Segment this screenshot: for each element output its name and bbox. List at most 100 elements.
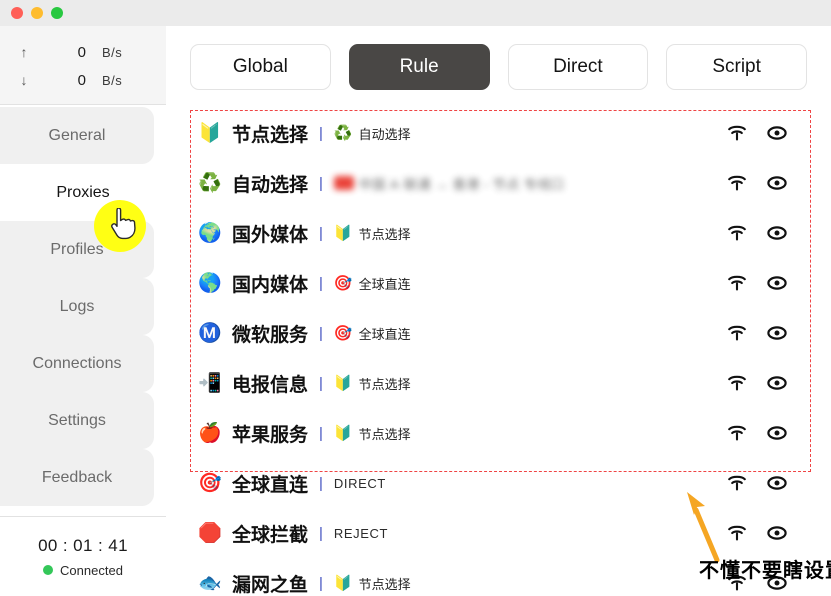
main-content: GlobalRuleDirectScript 🔰节点选择|♻️自动选择♻️自动选… (166, 26, 831, 596)
tab-label: Rule (400, 56, 439, 78)
group-name: 漏网之鱼 (232, 570, 308, 596)
row-actions (727, 373, 787, 393)
proxy-group-row[interactable]: 🌎国内媒体|🎯全球直连 (170, 258, 809, 308)
speed-test-icon[interactable] (727, 273, 747, 293)
visibility-icon[interactable] (767, 123, 787, 143)
selected-node: ♻️ 自动选择 (334, 124, 411, 143)
connection-status-label: Connected (60, 563, 123, 578)
minimize-window-button[interactable] (31, 7, 43, 19)
sidebar-item-label: Connections (33, 355, 122, 373)
sidebar-item-feedback[interactable]: Feedback (0, 449, 154, 506)
visibility-icon[interactable] (767, 373, 787, 393)
selected-node: 🔰节点选择 (334, 424, 411, 443)
traffic-stats: ↑ 0 B/s ↓ 0 B/s (0, 26, 166, 105)
proxy-group-row[interactable]: 📲电报信息|🔰节点选择 (170, 358, 809, 408)
download-arrow-icon: ↓ (0, 72, 48, 88)
sidebar-item-label: Profiles (50, 241, 103, 259)
selected-node: 🎯全球直连 (334, 324, 411, 343)
speed-test-icon[interactable] (727, 173, 747, 193)
annotation-text: 不懂不要瞎设置 (699, 554, 831, 583)
visibility-icon[interactable] (767, 173, 787, 193)
connection-status: Connected (43, 563, 123, 578)
sidebar-footer: 00 : 01 : 41 Connected (0, 516, 166, 596)
maximize-window-button[interactable] (51, 7, 63, 19)
speed-test-icon[interactable] (727, 423, 747, 443)
group-name: 全球拦截 (232, 520, 308, 547)
row-separator: | (319, 125, 323, 142)
titlebar (0, 0, 831, 26)
download-speed-value: 0 (48, 72, 86, 89)
group-name: 自动选择 (232, 170, 308, 197)
row-separator: | (319, 425, 323, 442)
speed-test-icon[interactable] (727, 373, 747, 393)
group-icon: 🔰 (197, 124, 223, 143)
speed-test-icon[interactable] (727, 123, 747, 143)
selected-node-label: 节点选择 (359, 374, 411, 393)
visibility-icon[interactable] (767, 223, 787, 243)
selected-node-label: 中国 A·联通 → 香港 - 节点 专线口 (359, 174, 565, 193)
group-name: 国内媒体 (232, 270, 308, 297)
selected-node: 🔰 节点选择 (334, 374, 411, 393)
sidebar-item-label: Feedback (42, 469, 112, 487)
tab-global[interactable]: Global (190, 44, 331, 90)
tab-script[interactable]: Script (666, 44, 807, 90)
proxy-group-row[interactable]: 🍎苹果服务|🔰节点选择 (170, 408, 809, 458)
download-speed-unit: B/s (86, 73, 122, 88)
sidebar-item-settings[interactable]: Settings (0, 392, 154, 449)
speed-test-icon[interactable] (727, 223, 747, 243)
proxy-group-row[interactable]: 🌍国外媒体|🔰节点选择 (170, 208, 809, 258)
selected-node-label: 节点选择 (359, 574, 411, 593)
tab-direct[interactable]: Direct (508, 44, 649, 90)
selected-node-icon: 🔰 (334, 426, 353, 441)
selected-node-label: 自动选择 (359, 124, 411, 143)
row-separator: | (319, 275, 323, 292)
group-icon: ♻️ (197, 174, 223, 193)
group-icon: 🎯 (197, 474, 223, 493)
sidebar-item-label: Logs (60, 298, 95, 316)
mode-tabs: Global Rule Direct Script (166, 26, 831, 108)
row-separator: | (319, 175, 323, 192)
row-actions (727, 323, 787, 343)
visibility-icon[interactable] (767, 273, 787, 293)
visibility-icon[interactable] (767, 473, 787, 493)
proxy-group-row[interactable]: Ⓜ️微软服务|🎯全球直连 (170, 308, 809, 358)
selected-node: 🔰节点选择 (334, 224, 411, 243)
row-separator: | (319, 225, 323, 242)
visibility-icon[interactable] (767, 323, 787, 343)
sidebar-item-connections[interactable]: Connections (0, 335, 154, 392)
row-actions (727, 123, 787, 143)
tab-label: Global (233, 56, 288, 78)
row-separator: | (319, 575, 323, 592)
upload-speed-unit: B/s (86, 45, 122, 60)
row-separator: | (319, 375, 323, 392)
selected-node-icon: 🔰 (334, 226, 353, 241)
download-speed-row: ↓ 0 B/s (0, 66, 166, 94)
group-icon: 🌍 (197, 224, 223, 243)
sidebar-item-label: Settings (48, 412, 106, 430)
proxy-group-row[interactable]: ♻️ 自动选择 | 中国 A·联通 → 香港 - 节点 专线口 (170, 158, 809, 208)
close-window-button[interactable] (11, 7, 23, 19)
group-name: 苹果服务 (232, 420, 308, 447)
row-actions (727, 273, 787, 293)
tab-rule[interactable]: Rule (349, 44, 490, 90)
selected-node-icon: 🎯 (334, 326, 353, 341)
visibility-icon[interactable] (767, 523, 787, 543)
speed-test-icon[interactable] (727, 323, 747, 343)
group-name: 全球直连 (232, 470, 308, 497)
sidebar-item-label: General (49, 127, 106, 145)
selected-node-icon: 🔰 (334, 376, 353, 391)
group-icon: Ⓜ️ (197, 324, 223, 343)
group-icon: 🌎 (197, 274, 223, 293)
status-dot-icon (43, 565, 53, 575)
sidebar-item-logs[interactable]: Logs (0, 278, 154, 335)
selected-node-icon: ♻️ (334, 126, 353, 141)
sidebar: ↑ 0 B/s ↓ 0 B/s GeneralProxiesProfilesLo… (0, 26, 166, 596)
proxy-group-row[interactable]: 🔰节点选择|♻️自动选择 (170, 108, 809, 158)
upload-speed-row: ↑ 0 B/s (0, 38, 166, 66)
selected-node: 🔰节点选择 (334, 574, 411, 593)
upload-arrow-icon: ↑ (0, 44, 48, 60)
upload-speed-value: 0 (48, 44, 86, 61)
visibility-icon[interactable] (767, 423, 787, 443)
sidebar-item-general[interactable]: General (0, 107, 154, 164)
tab-label: Script (712, 56, 761, 78)
